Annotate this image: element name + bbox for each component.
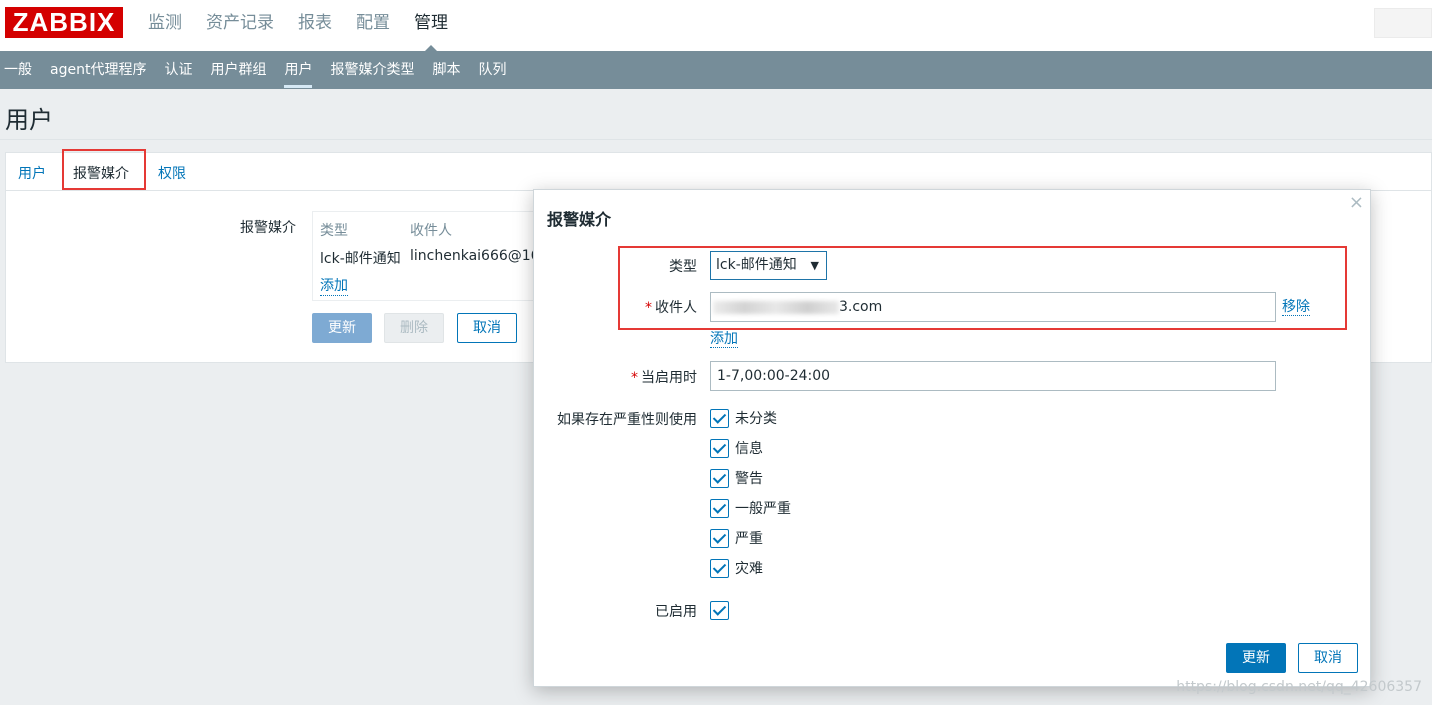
subnav-proxies[interactable]: agent代理程序 — [44, 51, 152, 89]
recipient-label: * 收件人 — [645, 300, 697, 316]
add-recipient-link[interactable]: 添加 — [710, 331, 738, 348]
recipient-input[interactable]: 3.com — [710, 292, 1276, 322]
divider — [0, 139, 1432, 140]
severity-disaster[interactable]: 灾难 — [710, 558, 763, 578]
nav-reports[interactable]: 报表 — [286, 0, 344, 51]
checkbox[interactable] — [710, 600, 729, 620]
subnav-scripts[interactable]: 脚本 — [426, 51, 466, 89]
cancel-button[interactable]: 取消 — [457, 313, 517, 343]
main-nav: 监测 资产记录 报表 配置 管理 — [136, 0, 460, 52]
add-media-link[interactable]: 添加 — [320, 275, 348, 296]
dialog-title: 报警媒介 — [547, 210, 612, 229]
dialog-cancel-button[interactable]: 取消 — [1298, 643, 1358, 673]
tab-user[interactable]: 用户 — [18, 163, 46, 183]
enabled-label: 已启用 — [655, 604, 697, 620]
severity-not-classified[interactable]: 未分类 — [710, 408, 777, 428]
nav-configuration[interactable]: 配置 — [344, 0, 402, 51]
top-header: ZABBIX 监测 资产记录 报表 配置 管理 — [0, 0, 1432, 52]
dialog-update-button[interactable]: 更新 — [1226, 643, 1286, 673]
when-active-input[interactable]: 1-7,00:00-24:00 — [710, 361, 1276, 391]
required-asterisk-icon: * — [645, 300, 652, 316]
severity-label: 如果存在严重性则使用 — [557, 412, 697, 428]
media-row-type: lck-邮件通知 — [320, 251, 401, 267]
checkbox[interactable] — [710, 468, 729, 488]
type-select-value: lck-邮件通知 — [716, 257, 797, 273]
type-label: 类型 — [669, 259, 697, 275]
subnav-media-types[interactable]: 报警媒介类型 — [324, 51, 420, 89]
checkbox[interactable] — [710, 438, 729, 458]
update-button[interactable]: 更新 — [312, 313, 372, 343]
subnav-users[interactable]: 用户 — [278, 51, 318, 89]
severity-warning[interactable]: 警告 — [710, 468, 763, 488]
highlight-box — [62, 149, 146, 190]
nav-administration[interactable]: 管理 — [402, 0, 460, 52]
required-asterisk-icon: * — [631, 370, 638, 386]
zabbix-logo[interactable]: ZABBIX — [5, 7, 123, 38]
sub-nav: 一般 agent代理程序 认证 用户群组 用户 报警媒介类型 脚本 队列 — [0, 51, 1432, 89]
media-dialog: 报警媒介 × 类型 lck-邮件通知 ▼ * 收件人 3.com 移除 添加 * 当… — [533, 189, 1371, 687]
column-header-recipient: 收件人 — [410, 223, 452, 239]
subnav-general[interactable]: 一般 — [0, 51, 38, 89]
tab-bar: 用户 报警媒介 权限 — [6, 149, 1431, 191]
page-title: 用户 — [5, 106, 53, 134]
checkbox[interactable] — [710, 528, 729, 548]
recipient-visible-text: 3.com — [839, 299, 883, 315]
delete-button: 删除 — [384, 313, 444, 343]
checkbox[interactable] — [710, 498, 729, 518]
type-select[interactable]: lck-邮件通知 ▼ — [710, 251, 827, 280]
media-label: 报警媒介 — [240, 220, 296, 236]
severity-information[interactable]: 信息 — [710, 438, 763, 458]
watermark: https://blog.csdn.net/qq_42606357 — [1176, 679, 1422, 695]
tab-permissions[interactable]: 权限 — [158, 163, 186, 183]
redacted-text — [713, 300, 839, 314]
close-icon[interactable]: × — [1349, 192, 1364, 213]
subnav-user-groups[interactable]: 用户群组 — [204, 51, 272, 89]
remove-link[interactable]: 移除 — [1282, 299, 1310, 316]
search-input[interactable] — [1374, 8, 1432, 38]
nav-inventory[interactable]: 资产记录 — [194, 0, 286, 51]
subnav-queue[interactable]: 队列 — [472, 51, 512, 89]
when-active-label: * 当启用时 — [631, 370, 697, 386]
checkbox[interactable] — [710, 408, 729, 428]
severity-high[interactable]: 严重 — [710, 528, 763, 548]
enabled-checkbox[interactable] — [710, 600, 729, 620]
subnav-authentication[interactable]: 认证 — [158, 51, 198, 89]
media-row-recipient: linchenkai666@16 — [410, 248, 540, 264]
severity-average[interactable]: 一般严重 — [710, 498, 791, 518]
nav-monitoring[interactable]: 监测 — [136, 0, 194, 51]
checkbox[interactable] — [710, 558, 729, 578]
caret-down-icon: ▼ — [810, 259, 819, 272]
column-header-type: 类型 — [320, 223, 348, 239]
